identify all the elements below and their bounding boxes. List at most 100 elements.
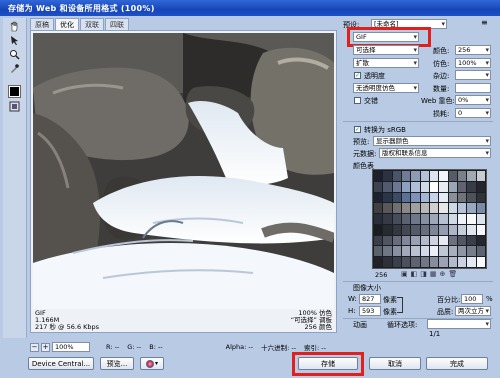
color-swatch[interactable] xyxy=(420,203,429,214)
color-swatch[interactable] xyxy=(420,171,429,181)
color-swatch[interactable] xyxy=(467,224,476,235)
color-reduction-select[interactable]: 可选择 xyxy=(353,45,419,55)
color-swatch[interactable] xyxy=(448,235,457,246)
preview-button[interactable]: 预览... xyxy=(100,357,134,370)
color-swatch[interactable] xyxy=(383,181,392,192)
transparency-dither-select[interactable]: 无透明度仿色 xyxy=(353,83,419,93)
color-swatch[interactable] xyxy=(448,246,457,257)
color-swatch[interactable] xyxy=(467,192,476,203)
color-swatch[interactable] xyxy=(392,203,401,214)
color-swatch[interactable] xyxy=(401,235,411,246)
color-swatch[interactable] xyxy=(392,214,401,224)
convert-srgb-checkbox[interactable]: ✓ xyxy=(354,126,361,133)
color-swatch[interactable] xyxy=(392,181,401,192)
slice-select-tool-icon[interactable] xyxy=(7,34,22,47)
dither-amount-select[interactable]: 100% xyxy=(455,58,491,68)
eyedropper-tool-icon[interactable] xyxy=(7,62,22,75)
tab-4-up[interactable]: 四联 xyxy=(105,18,129,30)
color-swatch[interactable] xyxy=(476,203,485,214)
color-swatch[interactable] xyxy=(383,257,392,267)
device-central-button[interactable]: Device Central... xyxy=(28,357,94,370)
amount-field[interactable] xyxy=(455,83,491,93)
color-swatch[interactable] xyxy=(467,214,476,224)
color-swatch[interactable] xyxy=(383,246,392,257)
color-swatch[interactable] xyxy=(439,171,448,181)
color-swatch[interactable] xyxy=(476,246,485,257)
color-swatch[interactable] xyxy=(467,246,476,257)
color-swatch[interactable] xyxy=(383,171,392,181)
color-swatch[interactable] xyxy=(429,214,439,224)
color-swatch[interactable] xyxy=(476,181,485,192)
color-swatch[interactable] xyxy=(439,214,448,224)
color-swatch[interactable] xyxy=(401,246,411,257)
color-swatch[interactable] xyxy=(429,181,439,192)
color-swatch[interactable] xyxy=(429,192,439,203)
color-swatch[interactable] xyxy=(411,171,420,181)
color-swatch[interactable] xyxy=(476,235,485,246)
color-swatch[interactable] xyxy=(448,192,457,203)
color-swatch[interactable] xyxy=(420,192,429,203)
color-swatch[interactable] xyxy=(420,181,429,192)
color-swatch[interactable] xyxy=(374,214,383,224)
done-button[interactable]: 完成 xyxy=(426,357,488,370)
zoom-level-select[interactable]: 100% xyxy=(52,342,90,352)
color-swatch[interactable] xyxy=(374,192,383,203)
color-swatch[interactable] xyxy=(374,203,383,214)
color-swatch[interactable] xyxy=(383,203,392,214)
eyedropper-color-swatch[interactable] xyxy=(8,85,21,98)
tab-optimized[interactable]: 优化 xyxy=(55,18,79,30)
color-swatch[interactable] xyxy=(429,203,439,214)
color-swatch[interactable] xyxy=(476,214,485,224)
color-swatch[interactable] xyxy=(401,214,411,224)
color-swatch[interactable] xyxy=(392,257,401,267)
color-swatch[interactable] xyxy=(457,171,467,181)
color-swatch[interactable] xyxy=(439,235,448,246)
lossy-select[interactable]: 0 xyxy=(455,108,491,118)
color-swatch[interactable] xyxy=(420,257,429,267)
color-swatch[interactable] xyxy=(392,171,401,181)
metadata-select[interactable]: 版权和联系信息 xyxy=(379,148,491,158)
color-swatch[interactable] xyxy=(374,224,383,235)
color-swatch[interactable] xyxy=(411,235,420,246)
color-swatch[interactable] xyxy=(439,257,448,267)
color-swatch[interactable] xyxy=(448,224,457,235)
color-swatch[interactable] xyxy=(448,203,457,214)
color-swatch[interactable] xyxy=(429,224,439,235)
color-swatch[interactable] xyxy=(429,246,439,257)
color-swatch[interactable] xyxy=(467,235,476,246)
color-swatch[interactable] xyxy=(401,224,411,235)
width-field[interactable]: 827 xyxy=(359,294,381,304)
color-swatch[interactable] xyxy=(374,181,383,192)
color-swatch[interactable] xyxy=(457,214,467,224)
interlaced-checkbox[interactable] xyxy=(354,97,361,104)
color-swatch[interactable] xyxy=(411,257,420,267)
color-swatch[interactable] xyxy=(411,246,420,257)
color-swatch[interactable] xyxy=(420,224,429,235)
color-swatch[interactable] xyxy=(392,192,401,203)
color-swatch[interactable] xyxy=(467,181,476,192)
dither-algorithm-select[interactable]: 扩散 xyxy=(353,58,419,68)
quality-select[interactable]: 两次立方 xyxy=(455,306,491,316)
color-swatch[interactable] xyxy=(392,235,401,246)
transparency-checkbox[interactable]: ✓ xyxy=(354,72,361,79)
color-swatch[interactable] xyxy=(401,181,411,192)
color-swatch[interactable] xyxy=(476,171,485,181)
color-swatch[interactable] xyxy=(411,203,420,214)
color-swatch[interactable] xyxy=(457,246,467,257)
color-swatch[interactable] xyxy=(457,235,467,246)
color-swatch[interactable] xyxy=(383,214,392,224)
color-swatch[interactable] xyxy=(401,171,411,181)
color-swatch[interactable] xyxy=(476,224,485,235)
color-swatch[interactable] xyxy=(457,181,467,192)
color-swatch[interactable] xyxy=(439,246,448,257)
color-swatch[interactable] xyxy=(439,203,448,214)
color-swatch[interactable] xyxy=(429,171,439,181)
cancel-button[interactable]: 取消 xyxy=(369,357,421,370)
color-swatch[interactable] xyxy=(457,192,467,203)
loop-options-select[interactable] xyxy=(427,319,491,329)
color-swatch[interactable] xyxy=(448,214,457,224)
color-swatch[interactable] xyxy=(392,246,401,257)
constrain-link-icon[interactable] xyxy=(397,297,403,313)
tab-2-up[interactable]: 双联 xyxy=(80,18,104,30)
color-swatch[interactable] xyxy=(411,192,420,203)
